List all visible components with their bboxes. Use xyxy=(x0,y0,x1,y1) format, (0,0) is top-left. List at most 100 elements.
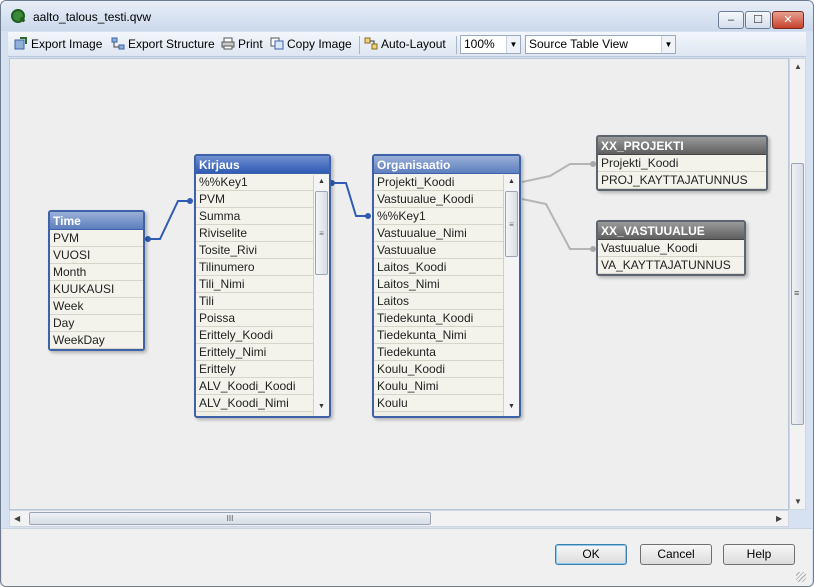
field-row[interactable]: Tili xyxy=(196,293,313,310)
dialog-footer: OK Cancel Help xyxy=(2,528,812,586)
field-row[interactable]: Month xyxy=(50,264,143,281)
scroll-right-icon[interactable]: ▶ xyxy=(776,514,782,523)
scroll-thumb[interactable]: ≡ xyxy=(315,191,328,275)
field-row[interactable]: KUUKAUSI xyxy=(50,281,143,298)
field-row[interactable]: Tosite_Rivi xyxy=(196,242,313,259)
scroll-down-icon[interactable]: ▼ xyxy=(314,400,329,414)
ok-button[interactable]: OK xyxy=(555,544,627,565)
field-row[interactable]: Tiedekunta xyxy=(374,344,503,361)
horizontal-scroll-thumb[interactable]: III xyxy=(29,512,431,525)
table-title[interactable]: Time xyxy=(50,212,143,230)
table-title[interactable]: XX_VASTUUALUE xyxy=(598,222,744,240)
table-time[interactable]: Time PVM VUOSI Month KUUKAUSI Week Day WeekDay xyxy=(48,210,145,351)
minimize-button[interactable]: ‒ xyxy=(718,11,744,29)
export-structure-button[interactable]: Export Structure xyxy=(111,36,215,54)
auto-layout-button[interactable]: Auto-Layout xyxy=(364,36,446,54)
window-title: aalto_talous_testi.qvw xyxy=(33,10,152,24)
close-button[interactable]: ✕ xyxy=(772,11,804,29)
chevron-down-icon[interactable]: ▼ xyxy=(661,36,675,53)
field-row[interactable]: Vastuualue_Koodi xyxy=(598,240,744,257)
field-row[interactable]: Erittely_Nimi xyxy=(196,344,313,361)
export-image-button[interactable]: Export Image xyxy=(14,36,102,54)
table-xx-vastuualue[interactable]: XX_VASTUUALUE Vastuualue_Koodi VA_KAYTTAJ… xyxy=(596,220,746,276)
field-row[interactable]: Laitos xyxy=(374,293,503,310)
field-row[interactable]: Projekti_Koodi xyxy=(374,174,503,191)
cancel-button[interactable]: Cancel xyxy=(640,544,712,565)
field-row[interactable]: Projekti_Koodi xyxy=(598,155,766,172)
field-row[interactable]: VA_KAYTTAJATUNNUS xyxy=(598,257,744,274)
horizontal-scrollbar[interactable]: ◀ III ▶ xyxy=(9,510,789,527)
chevron-down-icon[interactable]: ▼ xyxy=(506,36,520,53)
copy-image-button[interactable]: Copy Image xyxy=(270,36,352,54)
field-row[interactable]: %%Key1 xyxy=(196,174,313,191)
maximize-button[interactable]: ☐ xyxy=(745,11,771,29)
table-title[interactable]: Kirjaus xyxy=(196,156,329,174)
vertical-scrollbar[interactable]: ▲ ≡ ▼ xyxy=(789,58,806,510)
field-row[interactable]: Summa xyxy=(196,208,313,225)
view-mode-dropdown[interactable]: Source Table View ▼ xyxy=(525,35,676,54)
table-scrollbar[interactable]: ▲ ≡ ▼ xyxy=(313,175,329,416)
field-row[interactable]: VUOSI xyxy=(50,247,143,264)
field-row[interactable]: Koulu_Nimi xyxy=(374,378,503,395)
resize-grip[interactable] xyxy=(796,572,806,582)
field-row[interactable]: Tiedekunta_Koodi xyxy=(374,310,503,327)
table-diagram-canvas[interactable]: Time PVM VUOSI Month KUUKAUSI Week Day WeekDay… xyxy=(9,58,789,510)
field-list: PVM VUOSI Month KUUKAUSI Week Day WeekDay xyxy=(50,230,143,349)
print-button[interactable]: Print xyxy=(221,36,263,54)
scroll-left-icon[interactable]: ◀ xyxy=(14,514,20,523)
field-row[interactable]: ALV_Koodi_Nimi xyxy=(196,395,313,412)
field-row[interactable]: PVM xyxy=(196,191,313,208)
scroll-up-icon[interactable]: ▲ xyxy=(794,62,802,71)
table-scrollbar[interactable]: ▲ ≡ ▼ xyxy=(503,175,519,416)
link-endpoint xyxy=(145,236,151,242)
link-endpoint xyxy=(187,198,193,204)
scroll-down-icon[interactable]: ▼ xyxy=(504,400,519,414)
field-row[interactable]: Vastuualue xyxy=(374,242,503,259)
zoom-dropdown[interactable]: 100% ▼ xyxy=(460,35,521,54)
table-title[interactable]: XX_PROJEKTI xyxy=(598,137,766,155)
scroll-up-icon[interactable]: ▲ xyxy=(314,175,329,189)
field-row[interactable]: Laitos_Koodi xyxy=(374,259,503,276)
table-kirjaus[interactable]: Kirjaus %%Key1 PVM Summa Riviselite Tosite_R… xyxy=(194,154,331,418)
field-row[interactable]: Vastuualue_Nimi xyxy=(374,225,503,242)
table-viewer-window: aalto_talous_testi.qvw ‒ ☐ ✕ Export Imag… xyxy=(0,0,814,587)
field-row[interactable]: Koulu_Koodi xyxy=(374,361,503,378)
print-label: Print xyxy=(238,37,263,51)
link-organisaatio-projekti xyxy=(521,163,593,183)
field-row[interactable]: Tiedekunta_Nimi xyxy=(374,327,503,344)
field-row[interactable]: PVM xyxy=(50,230,143,247)
field-row[interactable]: Poissa xyxy=(196,310,313,327)
table-organisaatio[interactable]: Organisaatio Projekti_Koodi Vastuualue_Ko… xyxy=(372,154,521,418)
field-row[interactable]: Koulu xyxy=(374,395,503,412)
scroll-thumb[interactable]: ≡ xyxy=(505,191,518,257)
field-row[interactable]: Laitos_Nimi xyxy=(374,276,503,293)
toolbar-separator xyxy=(359,36,360,54)
field-row[interactable]: Erittely xyxy=(196,361,313,378)
field-row[interactable]: Riviselite xyxy=(196,225,313,242)
export-structure-icon xyxy=(111,37,125,50)
table-xx-projekti[interactable]: XX_PROJEKTI Projekti_Koodi PROJ_KAYTTAJAT… xyxy=(596,135,768,191)
field-row[interactable]: Day xyxy=(50,315,143,332)
scroll-up-icon[interactable]: ▲ xyxy=(504,175,519,189)
field-row[interactable]: PROJ_KAYTTAJATUNNUS xyxy=(598,172,766,189)
field-row[interactable]: Tilinumero xyxy=(196,259,313,276)
help-button[interactable]: Help xyxy=(723,544,795,565)
field-list: Vastuualue_Koodi VA_KAYTTAJATUNNUS xyxy=(598,240,744,274)
field-row[interactable]: %%Key1 xyxy=(374,208,503,225)
export-image-label: Export Image xyxy=(31,37,103,51)
zoom-value: 100% xyxy=(464,37,495,51)
field-row[interactable]: WeekDay xyxy=(50,332,143,349)
field-row[interactable]: Erittely_Koodi xyxy=(196,327,313,344)
vertical-scroll-thumb[interactable]: ≡ xyxy=(791,163,804,425)
link-endpoint xyxy=(365,213,371,219)
field-row[interactable]: Vastuualue_Koodi xyxy=(374,191,503,208)
table-title[interactable]: Organisaatio xyxy=(374,156,519,174)
export-image-icon xyxy=(14,37,27,50)
qlikview-app-icon xyxy=(11,9,25,23)
scroll-down-icon[interactable]: ▼ xyxy=(794,497,802,506)
field-row[interactable]: Tili_Nimi xyxy=(196,276,313,293)
copy-image-icon xyxy=(270,37,284,50)
field-row[interactable]: ALV_Koodi_Koodi xyxy=(196,378,313,395)
field-row[interactable]: Week xyxy=(50,298,143,315)
field-list: %%Key1 PVM Summa Riviselite Tosite_Rivi Tilin… xyxy=(196,174,313,412)
